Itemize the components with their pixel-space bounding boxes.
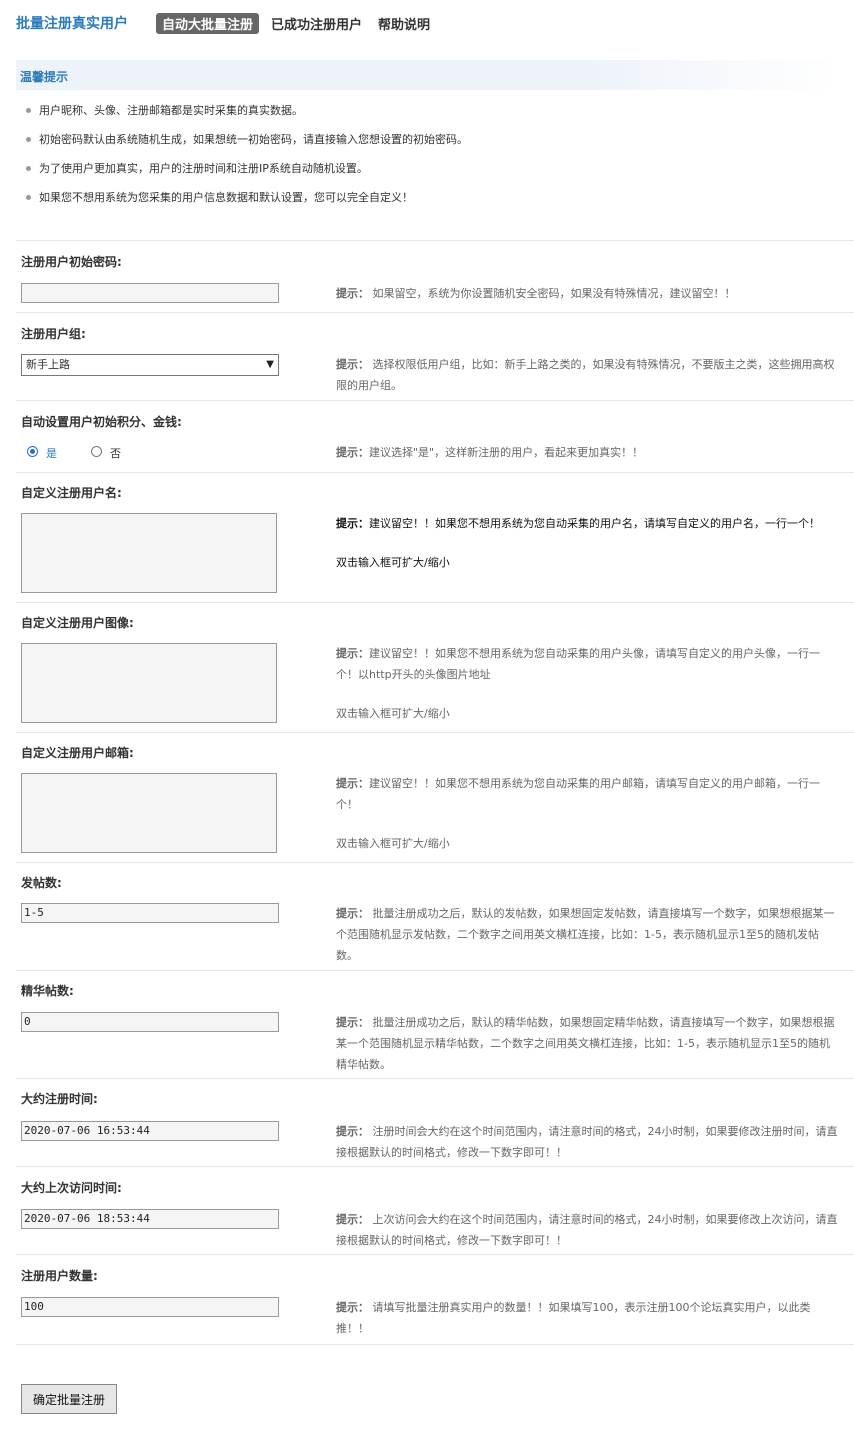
regtime-input[interactable]: 2020-07-06 16:53:44 [21, 1121, 279, 1141]
form-row-digests: 精华帖数: 0 提示： 批量注册成功之后，默认的精华帖数，如果想固定精华帖数，请… [16, 970, 854, 1079]
usernames-hint: 提示：建议留空！！如果您不想用系统为您自动采集的用户名，请填写自定义的用户名，一… [336, 513, 838, 573]
emails-subhint: 双击输入框可扩大/缩小 [336, 837, 450, 850]
posts-label: 发帖数: [21, 876, 62, 890]
password-label: 注册用户初始密码: [21, 255, 122, 269]
digests-label: 精华帖数: [21, 984, 74, 998]
posts-input[interactable]: 1-5 [21, 903, 279, 923]
count-label: 注册用户数量: [21, 1269, 98, 1283]
form-row-usernames: 自定义注册用户名: 提示：建议留空！！如果您不想用系统为您自动采集的用户名，请填… [16, 472, 854, 603]
hint-prefix: 提示： [336, 517, 369, 530]
form-row-emails: 自定义注册用户邮箱: 提示：建议留空！！如果您不想用系统为您自动采集的用户邮箱，… [16, 732, 854, 863]
usernames-subhint: 双击输入框可扩大/缩小 [336, 556, 450, 569]
hint-prefix: 提示： [336, 777, 369, 790]
divider [16, 1344, 854, 1345]
tip-text: 初始密码默认由系统随机生成，如果想统一初始密码，请直接输入您想设置的初始密码。 [39, 133, 468, 146]
tip-text: 为了使用户更加真实，用户的注册时间和注册IP系统自动随机设置。 [39, 162, 368, 175]
group-label: 注册用户组: [21, 327, 86, 341]
radio-no-label: 否 [110, 447, 121, 460]
digests-hint: 提示： 批量注册成功之后，默认的精华帖数，如果想固定精华帖数，请直接填写一个数字… [336, 1016, 835, 1071]
tab-help[interactable]: 帮助说明 [372, 13, 436, 34]
hint-prefix: 提示： [336, 647, 369, 660]
credits-label: 自动设置用户初始积分、金钱: [21, 415, 182, 429]
count-input[interactable]: 100 [21, 1297, 279, 1317]
form-row-count: 注册用户数量: 100 提示： 请填写批量注册真实用户的数量！！如果填写100，… [16, 1254, 854, 1345]
radio-yes-label: 是 [46, 447, 57, 460]
select-value: 新手上路 [26, 358, 70, 371]
tip-item: 用户昵称、头像、注册邮箱都是实时采集的真实数据。 [26, 102, 303, 118]
radio-no[interactable] [91, 446, 102, 457]
hint-prefix: 提示： [336, 1301, 369, 1314]
regtime-hint: 提示： 注册时间会大约在这个时间范围内，请注意时间的格式，24小时制，如果要修改… [336, 1125, 838, 1159]
bullet-icon [26, 194, 31, 200]
form-row-posts: 发帖数: 1-5 提示： 批量注册成功之后，默认的发帖数，如果想固定发帖数，请直… [16, 862, 854, 971]
top-header: 批量注册真实用户 自动大批量注册 已成功注册用户 帮助说明 [0, 0, 854, 50]
bullet-icon [26, 136, 31, 142]
bullet-icon [26, 165, 31, 171]
usernames-textarea[interactable] [21, 513, 277, 593]
hint-prefix: 提示： [336, 446, 369, 459]
form-row-group: 注册用户组: 新手上路 ▼ 提示： 选择权限低用户组，比如：新手上路之类的，如果… [16, 312, 854, 401]
tip-text: 用户昵称、头像、注册邮箱都是实时采集的真实数据。 [39, 104, 303, 117]
lastvisit-input[interactable]: 2020-07-06 18:53:44 [21, 1209, 279, 1229]
digests-input[interactable]: 0 [21, 1012, 279, 1032]
tips-title-bar: 温馨提示 [16, 60, 838, 90]
tips-panel: 温馨提示 用户昵称、头像、注册邮箱都是实时采集的真实数据。 初始密码默认由系统随… [16, 60, 838, 220]
password-hint: 提示： 如果留空，系统为你设置随机安全密码，如果没有特殊情况，建议留空！！ [336, 287, 736, 300]
submit-button[interactable]: 确定批量注册 [21, 1384, 117, 1414]
password-input[interactable] [21, 283, 279, 303]
group-hint: 提示： 选择权限低用户组，比如：新手上路之类的，如果没有特殊情况，不要版主之类，… [336, 358, 835, 392]
tip-item: 为了使用户更加真实，用户的注册时间和注册IP系统自动随机设置。 [26, 160, 368, 176]
tip-item: 如果您不想用系统为您采集的用户信息数据和默认设置，您可以完全自定义！ [26, 189, 413, 205]
hint-prefix: 提示： [336, 1213, 369, 1226]
form-row-credits: 自动设置用户初始积分、金钱: 是 否 提示：建议选择"是"，这样新注册的用户，看… [16, 400, 854, 473]
hint-prefix: 提示： [336, 1125, 369, 1138]
radio-yes[interactable] [27, 446, 38, 457]
regtime-label: 大约注册时间: [21, 1092, 98, 1106]
tab-registered-users[interactable]: 已成功注册用户 [265, 13, 368, 34]
form-row-regtime: 大约注册时间: 2020-07-06 16:53:44 提示： 注册时间会大约在… [16, 1078, 854, 1167]
hint-prefix: 提示： [336, 358, 369, 371]
form-row-avatars: 自定义注册用户图像: 提示：建议留空！！如果您不想用系统为您自动采集的用户头像，… [16, 602, 854, 733]
avatars-label: 自定义注册用户图像: [21, 616, 134, 630]
app-title: 批量注册真实用户 [16, 16, 128, 32]
form-row-password: 注册用户初始密码: 提示： 如果留空，系统为你设置随机安全密码，如果没有特殊情况… [16, 240, 854, 313]
usernames-label: 自定义注册用户名: [21, 486, 122, 500]
emails-hint: 提示：建议留空！！如果您不想用系统为您自动采集的用户邮箱，请填写自定义的用户邮箱… [336, 773, 838, 854]
tip-text: 如果您不想用系统为您采集的用户信息数据和默认设置，您可以完全自定义！ [39, 191, 413, 204]
chevron-down-icon: ▼ [266, 359, 274, 370]
posts-hint: 提示： 批量注册成功之后，默认的发帖数，如果想固定发帖数，请直接填写一个数字，如… [336, 907, 835, 962]
credits-hint: 提示：建议选择"是"，这样新注册的用户，看起来更加真实！！ [336, 446, 644, 459]
emails-textarea[interactable] [21, 773, 277, 853]
bullet-icon [26, 107, 31, 113]
hint-prefix: 提示： [336, 1016, 369, 1029]
lastvisit-hint: 提示： 上次访问会大约在这个时间范围内，请注意时间的格式，24小时制，如果要修改… [336, 1213, 838, 1247]
avatars-textarea[interactable] [21, 643, 277, 723]
tip-item: 初始密码默认由系统随机生成，如果想统一初始密码，请直接输入您想设置的初始密码。 [26, 131, 468, 147]
form-row-lastvisit: 大约上次访问时间: 2020-07-06 18:53:44 提示： 上次访问会大… [16, 1166, 854, 1255]
lastvisit-label: 大约上次访问时间: [21, 1181, 122, 1195]
tips-title: 温馨提示 [20, 70, 69, 84]
hint-prefix: 提示： [336, 907, 369, 920]
avatars-subhint: 双击输入框可扩大/缩小 [336, 707, 450, 720]
hint-prefix: 提示： [336, 287, 369, 300]
tab-auto-register[interactable]: 自动大批量注册 [156, 13, 260, 34]
emails-label: 自定义注册用户邮箱: [21, 746, 134, 760]
user-group-select[interactable]: 新手上路 ▼ [21, 354, 279, 376]
count-hint: 提示： 请填写批量注册真实用户的数量！！如果填写100，表示注册100个论坛真实… [336, 1301, 811, 1335]
avatars-hint: 提示：建议留空！！如果您不想用系统为您自动采集的用户头像，请填写自定义的用户头像… [336, 643, 838, 724]
